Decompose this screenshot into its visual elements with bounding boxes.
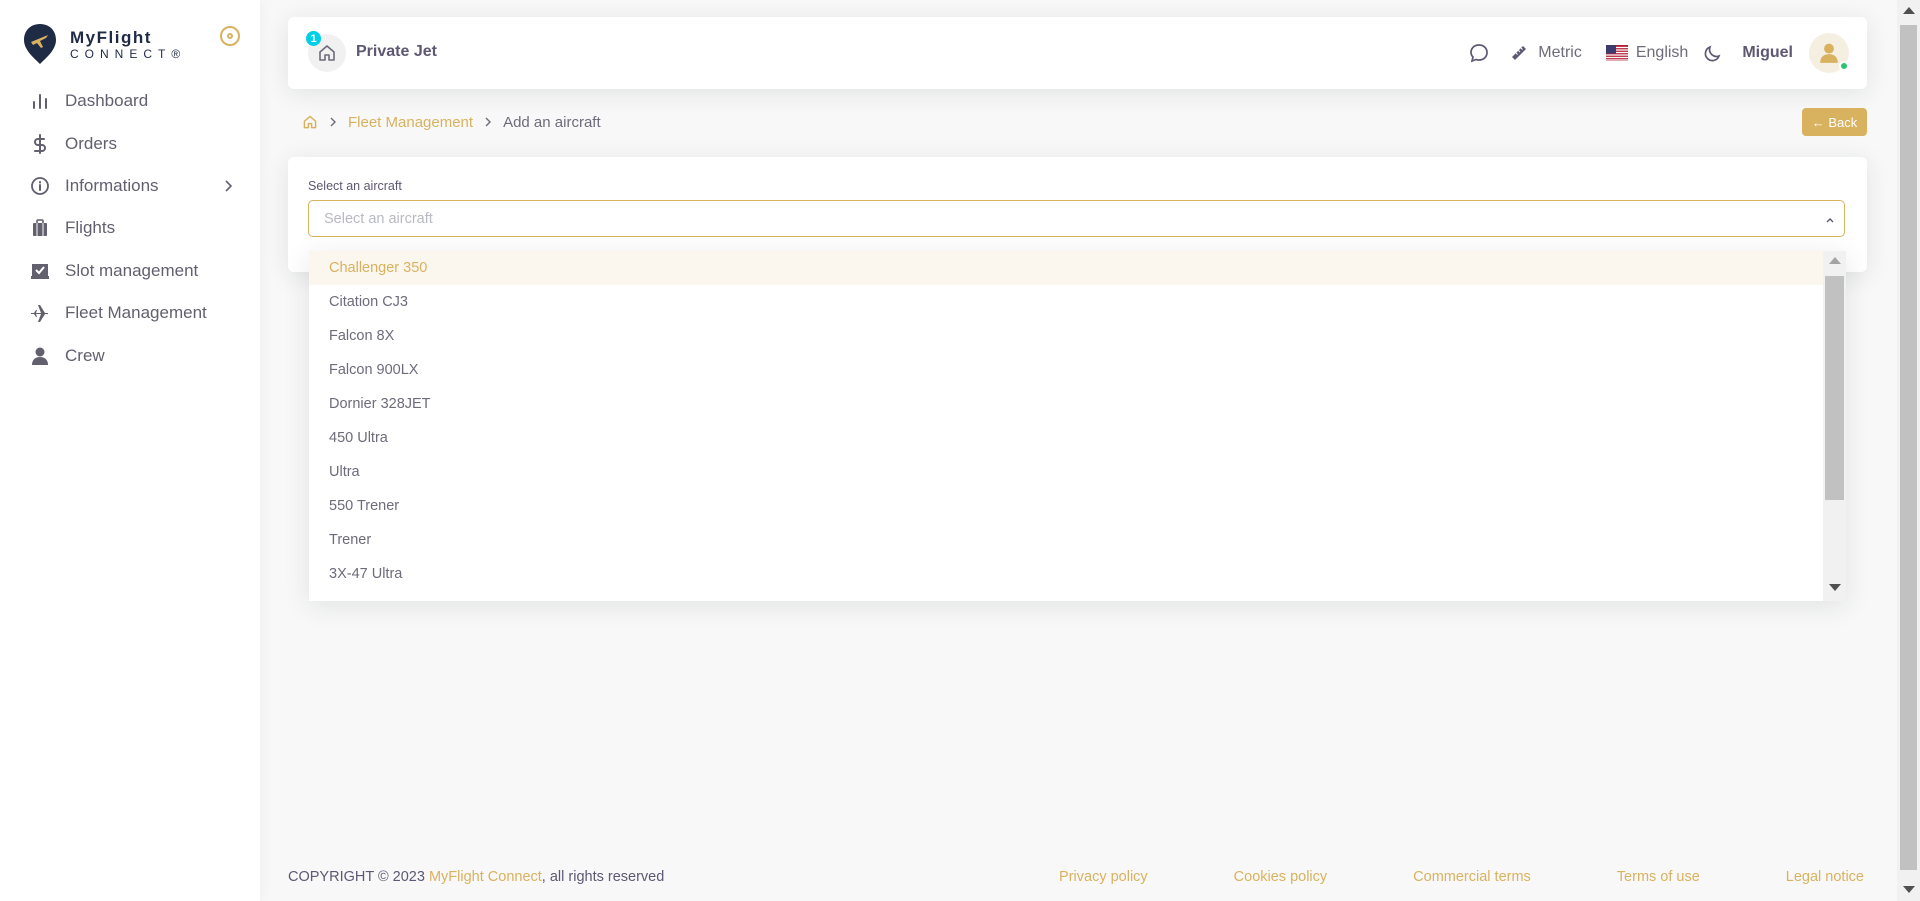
sidebar-item-fleet-management[interactable]: Fleet Management: [0, 292, 260, 334]
aircraft-option[interactable]: 3X-47 Ultra: [309, 557, 1823, 591]
brand-logo[interactable]: MyFlight CONNECT®: [22, 20, 242, 68]
footer: COPYRIGHT © 2023 MyFlight Connect, all r…: [288, 869, 1864, 889]
top-navbar: 1 Private Jet Metric English Miguel: [288, 17, 1867, 89]
footer-links: Privacy policy Cookies policy Commercial…: [973, 869, 1864, 885]
sidebar-nav: Dashboard Orders Informations Flights Sl…: [0, 80, 260, 377]
scroll-up-arrow-icon[interactable]: [1829, 257, 1841, 264]
sidebar-item-informations[interactable]: Informations: [0, 165, 260, 207]
chat-icon[interactable]: [1468, 42, 1490, 64]
aircraft-option[interactable]: 450 Ultra: [309, 421, 1823, 455]
chevron-up-icon: [1826, 218, 1834, 223]
aircraft-select-placeholder: Select an aircraft: [324, 210, 433, 227]
copyright: COPYRIGHT © 2023 MyFlight Connect, all r…: [288, 869, 664, 885]
sidebar-item-label: Slot management: [65, 260, 199, 280]
plane-icon: [29, 302, 51, 324]
footer-link-commercial-terms[interactable]: Commercial terms: [1413, 869, 1531, 885]
aircraft-option[interactable]: Ultra: [309, 455, 1823, 489]
account-name: Private Jet: [356, 43, 437, 60]
aircraft-option[interactable]: Trener: [309, 523, 1823, 557]
footer-link-legal-notice[interactable]: Legal notice: [1786, 869, 1864, 885]
brand-name: MyFlight: [70, 27, 152, 47]
sidebar-item-label: Flights: [65, 218, 116, 238]
scroll-down-arrow-icon[interactable]: [1903, 886, 1915, 893]
us-flag-icon[interactable]: [1605, 42, 1628, 64]
dropdown-scrollbar[interactable]: [1823, 251, 1846, 601]
breadcrumb-current: Add an aircraft: [503, 113, 601, 131]
sidebar-item-crew[interactable]: Crew: [0, 334, 260, 376]
aircraft-option[interactable]: Dornier 328JET: [309, 387, 1823, 421]
notification-badge: 1: [306, 31, 321, 46]
user-avatar-icon: [1820, 43, 1838, 63]
footer-link-privacy-policy[interactable]: Privacy policy: [1059, 869, 1148, 885]
info-icon: [29, 175, 51, 197]
logo-pin-icon: [24, 24, 56, 64]
sidebar-item-flights[interactable]: Flights: [0, 207, 260, 249]
aircraft-option[interactable]: Falcon 8X: [309, 319, 1823, 353]
chevron-right-icon: [330, 117, 336, 127]
sidebar-item-label: Orders: [65, 133, 117, 153]
aircraft-option[interactable]: Citation CJ3: [309, 285, 1823, 319]
footer-link-terms-of-use[interactable]: Terms of use: [1617, 869, 1700, 885]
chevron-right-icon: [225, 180, 233, 192]
bar-chart-icon: [29, 90, 51, 112]
scroll-up-arrow-icon[interactable]: [1903, 7, 1915, 14]
breadcrumb-fleet-management[interactable]: Fleet Management: [348, 114, 473, 131]
brand-sub: CONNECT®: [70, 46, 187, 61]
user-name[interactable]: Miguel: [1742, 44, 1793, 62]
dollar-icon: [29, 133, 51, 155]
sidebar-item-label: Dashboard: [65, 91, 149, 111]
sidebar-item-orders[interactable]: Orders: [0, 122, 260, 164]
footer-brand-link[interactable]: MyFlight Connect: [429, 869, 542, 885]
page-scroll-thumb[interactable]: [1900, 25, 1917, 870]
luggage-icon: [29, 217, 51, 239]
home-icon: [319, 45, 335, 61]
aircraft-option[interactable]: Challenger 350: [309, 251, 1823, 285]
sidebar-item-label: Fleet Management: [65, 303, 207, 323]
calendar-check-icon: [29, 260, 51, 282]
avatar[interactable]: [1809, 33, 1849, 73]
dropdown-scroll-thumb[interactable]: [1825, 276, 1844, 500]
online-status-dot: [1839, 61, 1849, 71]
chevron-right-icon: [485, 117, 492, 127]
sidebar: MyFlight CONNECT® Dashboard Orders Infor…: [0, 0, 260, 901]
aircraft-option[interactable]: 550 Trener: [309, 489, 1823, 523]
sidebar-item-label: Informations: [65, 175, 159, 195]
scroll-down-arrow-icon[interactable]: [1829, 584, 1841, 591]
copyright-prefix: COPYRIGHT © 2023: [288, 869, 429, 885]
footer-link-cookies-policy[interactable]: Cookies policy: [1234, 869, 1328, 885]
aircraft-select-label: Select an aircraft: [308, 179, 402, 193]
sidebar-item-slot-management[interactable]: Slot management: [0, 250, 260, 292]
breadcrumb-home-icon[interactable]: [302, 114, 318, 130]
sidebar-item-label: Crew: [65, 345, 105, 365]
sidebar-collapse-toggle[interactable]: [220, 26, 240, 46]
units-toggle[interactable]: Metric: [1538, 44, 1582, 62]
breadcrumb: Fleet Management Add an aircraft: [302, 112, 601, 132]
language-selector[interactable]: English: [1636, 44, 1688, 62]
aircraft-dropdown-list: Challenger 350 Citation CJ3 Falcon 8X Fa…: [309, 251, 1846, 601]
moon-icon[interactable]: [1702, 42, 1724, 64]
back-button[interactable]: ← Back: [1802, 108, 1867, 136]
aircraft-option[interactable]: Falcon 900LX: [309, 353, 1823, 387]
ruler-icon[interactable]: [1508, 42, 1530, 64]
user-icon: [29, 345, 51, 367]
aircraft-select[interactable]: Select an aircraft: [308, 200, 1845, 237]
page-scrollbar[interactable]: [1897, 0, 1920, 901]
sidebar-item-dashboard[interactable]: Dashboard: [0, 80, 260, 122]
copyright-suffix: , all rights reserved: [541, 869, 665, 885]
